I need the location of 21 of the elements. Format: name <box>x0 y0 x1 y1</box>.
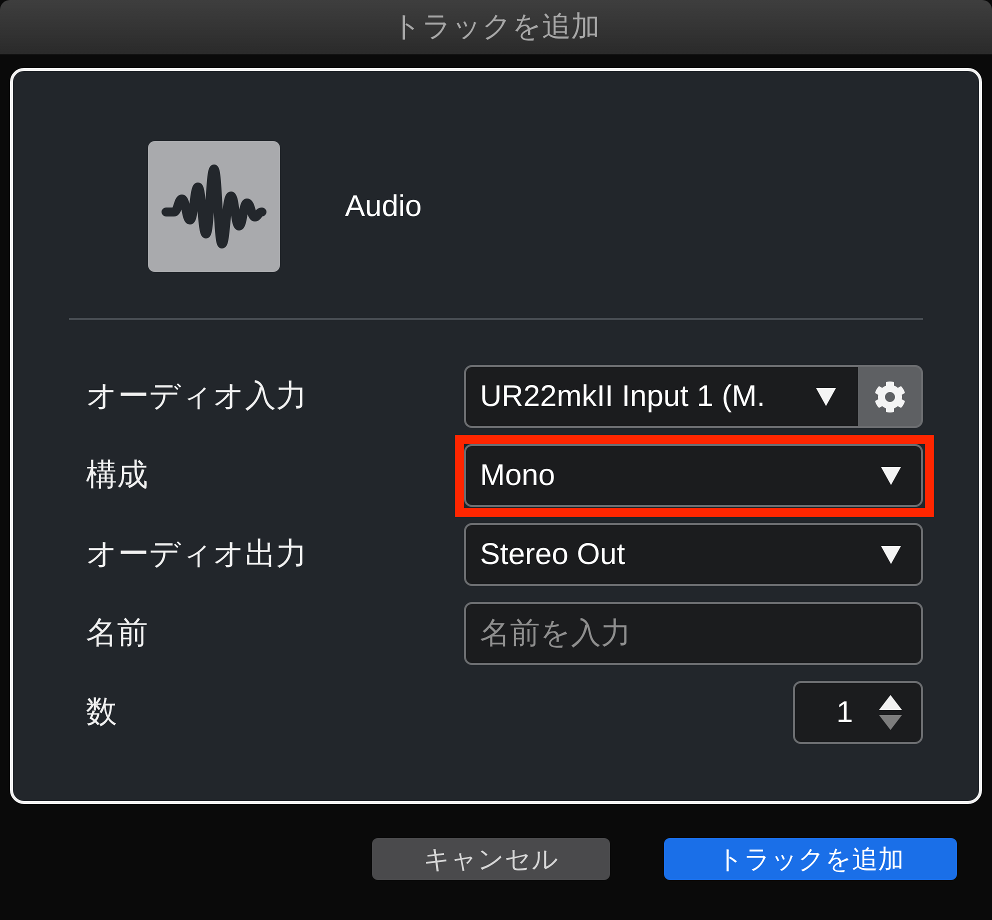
dropdown[interactable]: UR22mkII Input 1 (M. <box>464 365 858 428</box>
field-label: 数 <box>86 694 117 732</box>
dropdown[interactable]: Stereo Out <box>464 523 923 586</box>
add-track-button[interactable]: トラックを追加 <box>664 838 957 880</box>
settings-icon <box>874 380 906 412</box>
caret-icon <box>816 388 836 406</box>
field-label: 名前 <box>86 614 148 652</box>
field-label: オーディオ出力 <box>86 536 307 574</box>
settings-button[interactable] <box>858 365 923 428</box>
field-label: 構成 <box>86 456 148 494</box>
track-type-label: Audio <box>345 188 422 224</box>
cancel-button[interactable]: キャンセル <box>372 838 610 880</box>
up-triangle-icon[interactable] <box>879 695 902 710</box>
name-field[interactable]: 名前を入力 <box>464 602 923 665</box>
caret-icon <box>881 546 901 564</box>
window-title: トラックを追加 <box>392 10 600 44</box>
field-label: オーディオ入力 <box>86 378 307 416</box>
dropdown[interactable]: Mono <box>464 444 923 507</box>
caret-icon <box>881 466 901 484</box>
waveform-icon <box>148 141 280 272</box>
number-stepper[interactable]: 1 <box>793 681 923 744</box>
